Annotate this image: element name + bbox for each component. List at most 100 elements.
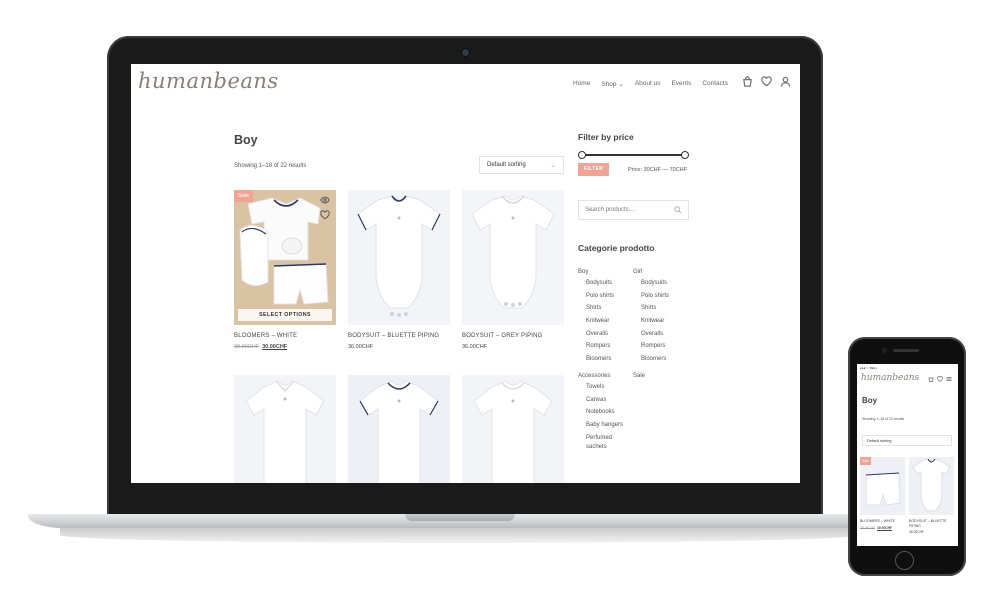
category-item[interactable]: Overalls [586,331,623,337]
category-boy[interactable]: Boy [578,269,623,275]
status-bar: ●●●○○ BELL [860,366,878,370]
mobile-sort-select[interactable]: Default sorting [862,435,952,446]
category-item[interactable]: Overalls [641,331,669,337]
product-image[interactable] [348,375,450,483]
price-slider-max-handle[interactable] [681,151,689,159]
category-item[interactable]: Shirts [641,305,669,311]
result-count: Showing 1–18 of 22 results [234,163,307,169]
category-item[interactable]: Polo shirts [586,293,623,299]
product-price: 36.00CHF [462,344,488,350]
category-item[interactable]: Polo shirts [641,293,669,299]
search-icon[interactable] [674,206,682,214]
site-logo[interactable]: humanbeans [138,69,279,93]
wishlist-heart-icon[interactable] [320,210,330,220]
nav-about[interactable]: About us [635,80,661,88]
bloomers-illustration [865,472,901,506]
user-icon[interactable] [780,76,791,87]
product-price: 39.00CHF 30.00CHF [234,344,336,350]
eye-icon[interactable] [320,195,330,205]
price-slider[interactable] [578,151,689,159]
category-girl[interactable]: Girl [633,269,669,275]
main-nav: Home Shop ⌄ About us Events Contacts [573,80,739,88]
sort-select[interactable]: Default sorting ⌄ [479,156,564,174]
category-item[interactable]: Perfumed [586,435,623,441]
header-icons [742,76,791,87]
category-column-girl: Girl Bodysuits Polo shirts Shirts Knitwe… [633,269,669,384]
product-card[interactable]: BODYSUIT – BLUETTE PIPING 36.00CHF [348,190,450,350]
menu-icon[interactable] [946,376,952,382]
desktop-screen: humanbeans Home Shop ⌄ About us Events C… [131,64,800,483]
nav-contacts[interactable]: Contacts [702,80,728,88]
laptop-camera [462,49,469,56]
cart-icon[interactable] [742,76,753,87]
product-name[interactable]: BODYSUIT – BLUETTE PIPING [348,333,450,339]
product-card[interactable]: BODYSUIT – GREY PIPING 36.00CHF [462,190,564,350]
categories-title: Categorie prodotto [578,243,655,253]
category-item[interactable]: Bodysuits [641,280,669,286]
product-image[interactable]: Sale SELECT OPTIONS [234,190,336,325]
select-options-button[interactable]: SELECT OPTIONS [238,309,332,321]
cart-icon[interactable] [928,376,934,382]
product-image[interactable]: Sale [860,457,905,515]
nav-home[interactable]: Home [573,80,590,88]
product-card[interactable] [234,375,336,483]
product-image[interactable] [909,457,954,515]
filter-button[interactable]: FILTER [578,163,609,176]
filter-title: Filter by price [578,132,634,142]
product-name[interactable]: BODYSUIT – BLUETTE PIPING [909,519,954,528]
mobile-product-card[interactable]: Sale BLOOMERS – WHITE 39.00CHF 30.00CHF [860,457,905,530]
mobile-header-icons [928,376,952,382]
mobile-screen: ●●●○○ BELL humanbeans Boy Showing 1–18 o… [857,364,958,546]
mobile-logo[interactable]: humanbeans [861,373,919,383]
category-item[interactable]: Rompers [586,343,623,349]
product-card[interactable]: Sale SELECT OPTIONS BLOOMERS – WHITE 39.… [234,190,336,350]
category-item[interactable]: Bloomers [641,356,669,362]
product-image[interactable] [462,190,564,325]
laptop-base-shadow [60,527,860,543]
product-price: 36.00CHF [909,530,925,534]
polo-bodysuit-illustration [359,380,439,483]
product-name[interactable]: BODYSUIT – GREY PIPING [462,333,564,339]
polo-bodysuit-illustration [473,380,553,483]
nav-shop[interactable]: Shop ⌄ [601,80,623,88]
bodysuit-illustration [912,458,951,512]
product-name[interactable]: BLOOMERS – WHITE [234,333,336,339]
category-item[interactable]: Bloomers [586,356,623,362]
product-search-input[interactable]: Search products… [578,200,689,220]
product-card[interactable] [348,375,450,483]
category-item[interactable]: Shirts [586,305,623,311]
old-price: 39.00CHF [860,525,876,530]
stage: humanbeans Home Shop ⌄ About us Events C… [0,0,1000,599]
product-image[interactable] [462,375,564,483]
category-item[interactable]: sachets [586,444,623,450]
product-price: 39.00CHF 30.00CHF [860,526,905,530]
sort-select-value: Default sorting [487,162,526,168]
mobile-product-card[interactable]: BODYSUIT – BLUETTE PIPING 36.00CHF [909,457,954,534]
product-image[interactable] [234,375,336,483]
heart-icon[interactable] [761,76,772,87]
chevron-down-icon: ⌄ [550,162,556,169]
search-placeholder: Search products… [585,207,635,213]
category-item[interactable]: Baby hangers [586,422,623,428]
category-item[interactable]: Canvas [586,397,623,403]
heart-icon[interactable] [937,376,943,382]
old-price: 39.00CHF [234,344,260,350]
category-item[interactable]: Knitwear [641,318,669,324]
nav-events[interactable]: Events [671,80,691,88]
product-name[interactable]: BLOOMERS – WHITE [860,519,905,524]
price-slider-min-handle[interactable] [578,151,586,159]
sale-price: 30.00CHF [877,525,893,530]
quick-actions [320,195,330,220]
category-item[interactable]: Bodysuits [586,280,623,286]
category-item[interactable]: Notebooks [586,409,623,415]
product-card[interactable] [462,375,564,483]
product-image[interactable] [348,190,450,325]
category-item[interactable]: Towels [586,384,623,390]
phone-camera [882,348,887,353]
sale-badge: Sale [860,457,871,465]
category-accessories[interactable]: Accessories [578,373,623,379]
bodysuit-illustration [357,195,441,317]
category-item[interactable]: Rompers [641,343,669,349]
category-sale[interactable]: Sale [633,373,669,379]
category-item[interactable]: Knitwear [586,318,623,324]
